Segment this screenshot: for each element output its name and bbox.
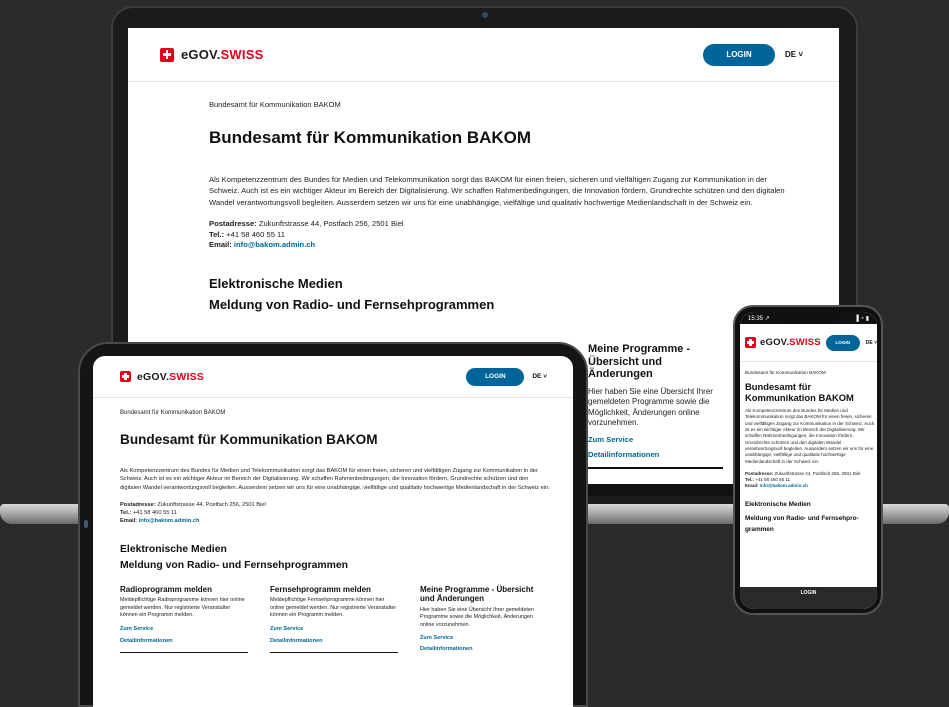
intro-text: Als Kompetenzzentrum des Bundes für Medi… <box>120 468 550 491</box>
postal-value: Zukunftstrasse 44, Postfach 256, 2501 Bi… <box>256 219 404 229</box>
email-link[interactable]: info@bakom.admin.ch <box>234 240 315 249</box>
section-heading: Elektronische Medien <box>120 543 227 555</box>
service-link[interactable]: Zum Service <box>120 626 248 632</box>
tel-label: Tel.: <box>209 229 225 239</box>
language-select[interactable]: DE ˅ <box>866 340 877 346</box>
service-title: Radioprogramm melden <box>120 584 213 594</box>
detail-link[interactable]: Detailinformationen <box>420 646 538 652</box>
email-label: Email: <box>120 517 138 524</box>
email-label: Email: <box>209 240 232 250</box>
brand-logo[interactable]: eGOV.SWISS <box>120 371 204 383</box>
detail-link[interactable]: Detailinformationen <box>120 638 248 644</box>
swiss-flag-icon <box>745 337 756 348</box>
service-text: Meldepflichtige Fernsehprogramme können … <box>270 597 397 619</box>
brand-logo[interactable]: eGOV.SWISS <box>160 47 263 62</box>
postal-label: Postadresse: <box>745 470 774 476</box>
section-subheading: Meldung von Radio- und Fernsehprogrammen <box>209 297 495 312</box>
page-title: Bundesamt für Kommunikation BAKOM <box>209 128 532 147</box>
service-text: Meldepflichtige Radioprogramme können hi… <box>120 597 245 619</box>
service-title: Meine Programme - Übersicht und Änderung… <box>588 343 691 380</box>
section-heading: Elektronische Medien <box>745 500 811 508</box>
main-content: Bundesamt für Kommunikation BAKOM Bundes… <box>740 362 877 535</box>
login-button[interactable]: LOGIN <box>466 367 525 386</box>
breadcrumb[interactable]: Bundesamt für Kommunikation BAKOM <box>209 100 789 109</box>
email-link[interactable]: info@bakom.admin.ch <box>139 518 200 524</box>
postal-label: Postadresse: <box>209 219 257 229</box>
laptop-camera <box>482 12 488 18</box>
brand-name: SWISS <box>169 370 204 383</box>
address-block: Postadresse: Zukunftstrasse 44, Postfach… <box>120 502 551 525</box>
language-select[interactable]: DE ˅ <box>532 373 547 380</box>
email-label: Email: <box>745 482 759 488</box>
postal-label: Postadresse: <box>120 502 156 509</box>
tablet-screen: eGOV.SWISS LOGIN DE ˅ Bundesamt für Komm… <box>93 356 573 707</box>
main-content: Bundesamt für Kommunikation BAKOM Bundes… <box>128 82 839 312</box>
detail-link[interactable]: Detailinformationen <box>270 638 398 644</box>
swiss-flag-icon <box>160 47 174 62</box>
tablet-camera <box>84 520 88 528</box>
breadcrumb[interactable]: Bundesamt für Kommunikation BAKOM <box>745 370 875 375</box>
status-icons: ▐ ◔ ▮ <box>854 315 869 322</box>
main-content: Bundesamt für Kommunikation BAKOM Bundes… <box>93 398 573 654</box>
service-card-radio: Radioprogramm melden Meldepflichtige Rad… <box>120 585 248 654</box>
service-grid: Radioprogramm melden Meldepflichtige Rad… <box>120 585 551 654</box>
service-text: Hier haben Sie eine Übersicht Ihrer geme… <box>420 606 534 628</box>
language-select[interactable]: DE ˅ <box>785 50 803 59</box>
phone-bottom-login[interactable]: LOGIN <box>740 587 877 609</box>
brand-prefix: eGOV. <box>181 47 221 62</box>
section-subheading: Meldung von Radio- und Fernsehpro- gramm… <box>745 514 859 533</box>
brand-logo[interactable]: eGOV.SWISS <box>745 337 821 348</box>
breadcrumb[interactable]: Bundesamt für Kommunikation BAKOM <box>120 410 551 416</box>
divider <box>588 466 723 469</box>
brand-name: SWISS <box>789 337 821 348</box>
bottom-login-label: LOGIN <box>800 590 817 596</box>
email-link[interactable]: info@bakom.admin.ch <box>760 483 808 488</box>
page-title: Bundesamt für Kommunikation BAKOM <box>120 432 378 447</box>
postal-value: Zukunftstrasse 44, Postfach 256, 2501 Bi… <box>155 502 266 509</box>
login-button[interactable]: LOGIN <box>825 334 860 351</box>
login-button[interactable]: LOGIN <box>702 43 775 66</box>
service-card-tv: Fernsehprogramm melden Meldepflichtige F… <box>270 585 398 654</box>
brand-prefix: eGOV. <box>760 337 790 348</box>
divider <box>270 651 398 654</box>
service-title: Fernsehprogramm melden <box>270 584 371 594</box>
site-header: eGOV.SWISS LOGIN DE ˅ <box>740 324 877 362</box>
page-title: Bundesamt für Kommunikation BAKOM <box>745 381 854 403</box>
service-title: Meine Programme - Übersicht und Änderung… <box>420 584 534 604</box>
tel-value: +41 58 460 55 11 <box>753 476 790 482</box>
postal-value: Zukunftstrasse 44, Postfach 256, 2501 Bi… <box>773 470 861 476</box>
swiss-flag-icon <box>120 371 131 382</box>
service-link[interactable]: Zum Service <box>588 435 728 444</box>
phone-screen: eGOV.SWISS LOGIN DE ˅ Bundesamt für Komm… <box>740 312 877 609</box>
status-time: 15:35 ↗ <box>748 315 770 322</box>
service-card-programs: Meine Programme - Übersicht und Änderung… <box>420 585 538 654</box>
service-text: Hier haben Sie eine Übersicht Ihrer geme… <box>588 386 713 428</box>
tel-value: +41 58 460 55 11 <box>224 229 285 239</box>
tel-value: +41 58 460 55 11 <box>131 510 177 517</box>
intro-text: Als Kompetenzzentrum des Bundes für Medi… <box>745 408 875 464</box>
service-card-programs: Meine Programme - Übersicht und Änderung… <box>588 343 728 469</box>
tel-label: Tel.: <box>120 510 132 517</box>
site-header: eGOV.SWISS LOGIN DE ˅ <box>128 28 839 82</box>
site-header: eGOV.SWISS LOGIN DE ˅ <box>93 356 573 398</box>
address-block: Postadresse: Zukunftstrasse 44, Postfach… <box>745 471 875 489</box>
brand-name: SWISS <box>220 47 264 62</box>
divider <box>120 651 248 654</box>
section-subheading: Meldung von Radio- und Fernsehprogrammen <box>120 559 349 571</box>
section-heading: Elektronische Medien <box>209 276 343 291</box>
intro-text: Als Kompetenzzentrum des Bundes für Medi… <box>209 175 785 207</box>
service-link[interactable]: Zum Service <box>420 635 538 641</box>
phone-notch <box>780 312 836 323</box>
tel-label: Tel.: <box>745 476 754 482</box>
brand-prefix: eGOV. <box>137 370 170 383</box>
service-link[interactable]: Zum Service <box>270 626 398 632</box>
detail-link[interactable]: Detailinformationen <box>588 450 728 459</box>
address-block: Postadresse: Zukunftstrasse 44, Postfach… <box>209 219 789 251</box>
